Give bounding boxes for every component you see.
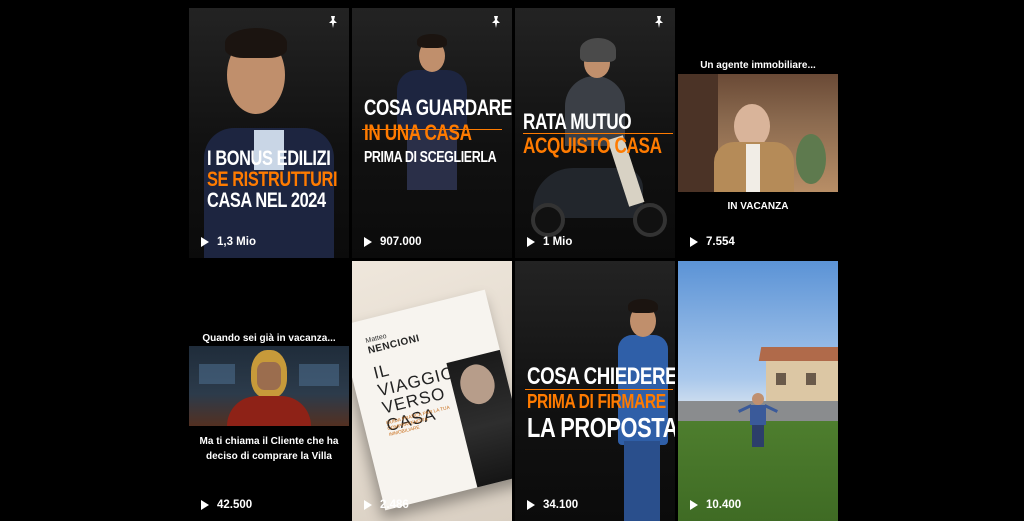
headline-line-1: COSA CHIEDERE [527,363,675,390]
video-tile-6[interactable]: Matteo NENCIONI IL VIAGGIO VERSO CASA GU… [352,261,512,521]
view-count: 2.486 [364,499,409,511]
headline-line-1: I BONUS EDILIZI [207,147,331,170]
presenter-image [738,393,778,448]
view-count: 7.554 [690,236,735,248]
play-icon [690,237,698,247]
headline-line-2: SE RISTRUTTURI [207,168,338,191]
movie-scene-image [189,346,349,426]
video-grid: I BONUS EDILIZI SE RISTRUTTURI CASA NEL … [189,8,839,521]
movie-scene-image [678,74,838,192]
play-icon [201,500,209,510]
view-count: 10.400 [690,499,741,511]
headline-line-1: COSA GUARDARE [364,95,512,120]
headline-line-3: LA PROPOSTA [527,412,675,443]
play-icon [201,237,209,247]
video-tile-8[interactable]: 10.400 [678,261,838,521]
top-caption: Quando sei già in vacanza... [202,333,336,344]
play-icon [527,500,535,510]
headline-line-2: PRIMA DI FIRMARE [527,391,666,413]
presenter-image [199,18,339,258]
top-caption: Un agente immobiliare... [700,60,816,71]
video-tile-2[interactable]: COSA GUARDARE IN UNA CASA PRIMA DI SCEGL… [352,8,512,258]
play-icon [364,500,372,510]
play-icon [364,237,372,247]
headline-line-2: ACQUISTO CASA [523,133,662,158]
video-tile-3[interactable]: RATA MUTUO ACQUISTO CASA 1 Mio [515,8,675,258]
view-count: 34.100 [527,499,578,511]
pin-icon [329,16,337,28]
view-count: 42.500 [201,499,252,511]
bottom-caption: Ma ti chiama il Cliente che ha deciso di… [199,436,339,462]
video-tile-4[interactable]: Un agente immobiliare... IN VACANZA 7.55… [678,8,838,258]
headline-line-3: CASA NEL 2024 [207,189,326,212]
video-tile-1[interactable]: I BONUS EDILIZI SE RISTRUTTURI CASA NEL … [189,8,349,258]
play-icon [527,237,535,247]
view-count: 1 Mio [527,236,572,248]
video-tile-5[interactable]: Quando sei già in vacanza... Ma ti chiam… [189,261,349,521]
view-count: 907.000 [364,236,422,248]
headline-line-2: IN UNA CASA [364,120,472,145]
pin-icon [492,16,500,28]
view-count: 1,3 Mio [201,236,256,248]
play-icon [690,500,698,510]
headline-line-1: RATA MUTUO [523,109,632,134]
book-cover: Matteo NENCIONI IL VIAGGIO VERSO CASA GU… [352,289,512,511]
pin-icon [655,16,663,28]
video-tile-7[interactable]: COSA CHIEDERE PRIMA DI FIRMARE LA PROPOS… [515,261,675,521]
bottom-caption: IN VACANZA [727,201,789,212]
headline-line-3: PRIMA DI SCEGLIERLA [364,149,497,166]
villa-image [758,347,838,405]
